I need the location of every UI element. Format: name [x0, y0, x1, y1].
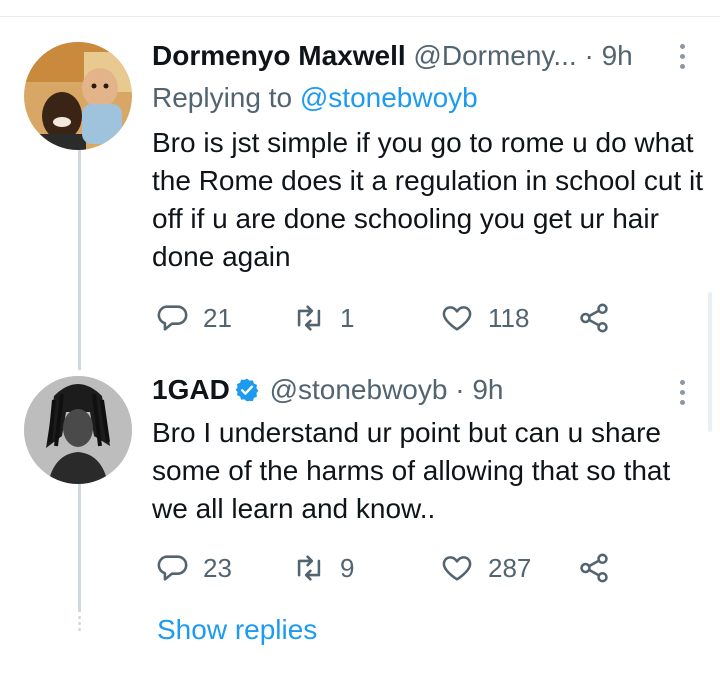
- tweet-text: Bro I understand ur point but can u shar…: [152, 417, 671, 524]
- reply-button[interactable]: 23: [155, 548, 232, 588]
- display-name[interactable]: Dormenyo Maxwell: [152, 40, 406, 71]
- share-button[interactable]: [577, 548, 611, 588]
- reply-icon: [157, 305, 188, 331]
- display-name[interactable]: 1GAD: [152, 374, 230, 405]
- tweet-actions: 23 9 287: [155, 548, 625, 588]
- show-replies-link[interactable]: Show replies: [157, 613, 317, 647]
- more-options-icon[interactable]: [680, 44, 686, 74]
- tweet-header: Dormenyo Maxwell @Dormeny... · 9h: [152, 39, 633, 73]
- share-icon: [580, 553, 608, 583]
- reply-icon: [157, 555, 188, 581]
- retweet-icon: [297, 555, 321, 581]
- avatar[interactable]: [24, 376, 132, 484]
- scrollbar[interactable]: [708, 292, 712, 432]
- replying-to: Replying to @stonebwoyb: [152, 81, 478, 115]
- retweet-button[interactable]: 9: [292, 548, 354, 588]
- profile-photo-icon: [24, 42, 132, 150]
- timestamp[interactable]: · 9h: [455, 374, 503, 405]
- like-count: 287: [488, 552, 532, 583]
- profile-photo-icon: [24, 376, 132, 484]
- like-count: 118: [488, 302, 530, 333]
- retweet-count: 9: [340, 552, 355, 583]
- like-button[interactable]: 287: [440, 548, 531, 588]
- reply-count: 21: [203, 302, 232, 333]
- avatar[interactable]: [24, 42, 132, 150]
- tweet-text: Bro is jst simple if you go to rome u do…: [152, 127, 703, 272]
- replying-to-mention[interactable]: @stonebwoyb: [300, 82, 478, 113]
- thread-line: [78, 150, 81, 370]
- tweet-header: 1GAD @stonebwoyb · 9h: [152, 373, 503, 407]
- top-divider: [0, 16, 720, 17]
- retweet-button[interactable]: 1: [292, 298, 354, 338]
- like-button[interactable]: 118: [440, 298, 529, 338]
- share-button[interactable]: [577, 298, 611, 338]
- heart-icon: [442, 306, 472, 331]
- reply-count: 23: [203, 552, 232, 583]
- timestamp[interactable]: · 9h: [584, 40, 632, 71]
- thread-line: [78, 480, 81, 612]
- handle[interactable]: @Dormeny...: [413, 40, 576, 71]
- verified-badge-icon: [235, 378, 259, 402]
- reply-button[interactable]: 21: [155, 298, 232, 338]
- tweet-actions: 21 1 118: [155, 298, 625, 338]
- retweet-icon: [297, 305, 321, 331]
- handle[interactable]: @stonebwoyb: [270, 374, 448, 405]
- share-icon: [580, 303, 608, 333]
- heart-icon: [442, 556, 472, 581]
- replying-to-prefix: Replying to: [152, 82, 293, 113]
- more-options-icon[interactable]: [680, 380, 686, 410]
- thread-continuation-dots: [78, 616, 81, 634]
- retweet-count: 1: [340, 302, 355, 333]
